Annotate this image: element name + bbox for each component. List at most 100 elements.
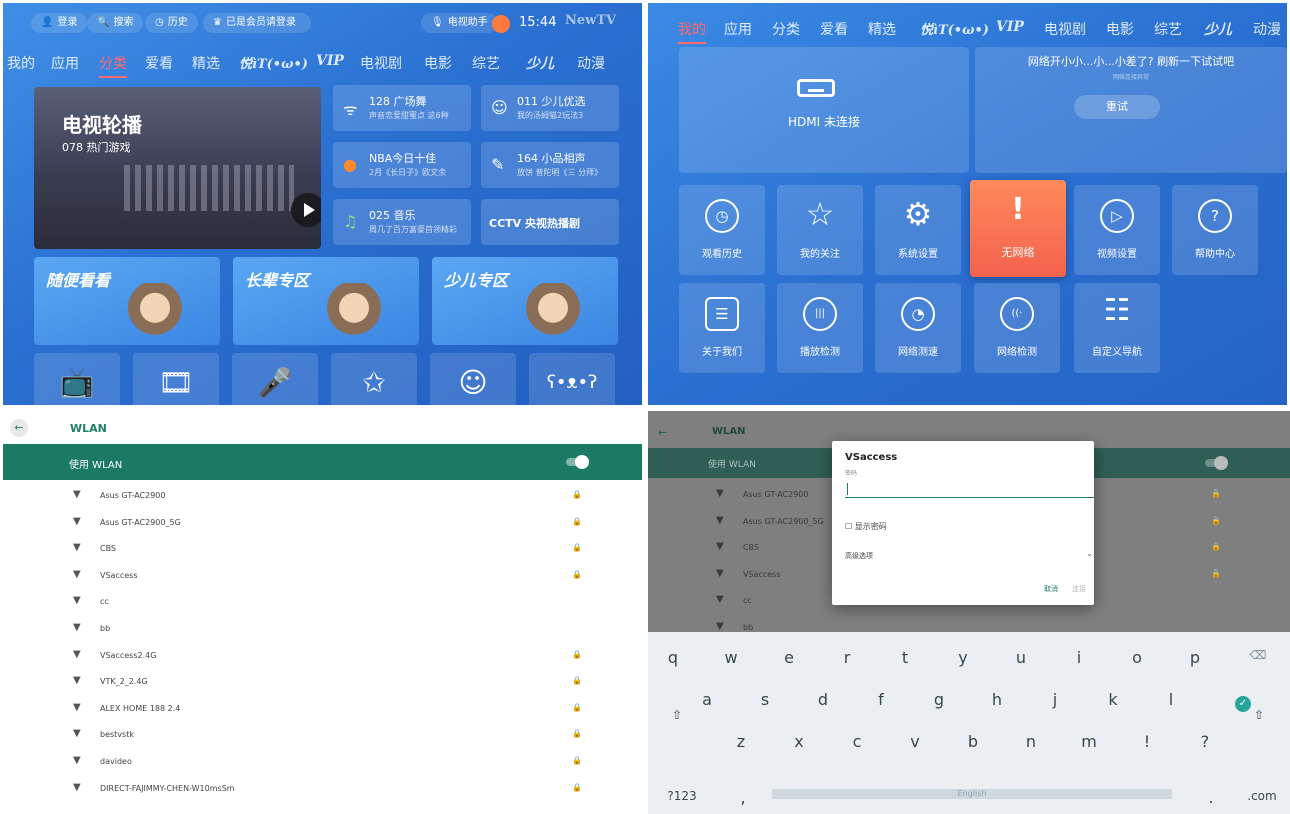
password-input[interactable] <box>845 480 1094 498</box>
nav-yuekan-logo[interactable]: 悦ìT(•ω•) <box>920 19 989 38</box>
tile-music[interactable]: ♫ 025 音乐 周几了百万富豪首领精彩 <box>333 199 471 245</box>
key-e[interactable]: e <box>774 644 804 672</box>
nav-tv-series[interactable]: 电视剧 <box>1044 19 1086 39</box>
show-password-checkbox[interactable]: ☐ 显示密码 <box>845 521 887 532</box>
zone-browse[interactable]: 随便看看 <box>34 257 220 345</box>
key-a[interactable]: a <box>692 686 722 714</box>
speed-test-button[interactable]: ◔ 网络测速 <box>875 283 961 373</box>
chevron-down-icon[interactable]: ⌄ <box>1086 549 1093 558</box>
key-f[interactable]: f <box>866 686 896 714</box>
key-question[interactable]: ? <box>1190 728 1220 756</box>
nav-mine[interactable]: 我的 <box>678 19 706 44</box>
nav-yuekan-logo[interactable]: 悦ìT(•ω•) <box>239 53 308 72</box>
key-j[interactable]: j <box>1040 686 1070 714</box>
play-icon[interactable] <box>291 193 321 227</box>
nav-favorites[interactable]: 爱看 <box>820 19 848 39</box>
key-g[interactable]: g <box>924 686 954 714</box>
network-row[interactable]: ▼ Asus GT-AC2900_5G 🔒 <box>3 510 642 536</box>
nav-variety[interactable]: 综艺 <box>1154 19 1182 39</box>
network-test-button[interactable]: ((· 网络检测 <box>974 283 1060 373</box>
tile-kids-picks[interactable]: ☺ 011 少儿优选 我的汤姆猫2玩法3 <box>481 85 619 131</box>
hdmi-panel[interactable]: HDMI 未连接 <box>679 47 969 173</box>
tv-assistant-button[interactable]: 🎙 电视助手 <box>421 13 498 33</box>
enter-key[interactable]: ✓ <box>1235 696 1251 712</box>
comma-key[interactable]: , <box>728 784 758 812</box>
nav-variety[interactable]: 综艺 <box>472 53 500 73</box>
key-exclamation[interactable]: ! <box>1132 728 1162 756</box>
key-r[interactable]: r <box>832 644 862 672</box>
shift-key[interactable]: ⇧ <box>662 701 692 729</box>
period-key[interactable]: . <box>1196 784 1226 812</box>
category-karaoke[interactable]: 🎤 <box>232 353 318 405</box>
network-row[interactable]: ▼ VSaccess 🔒 <box>3 563 642 589</box>
login-button[interactable]: 👤 登录 <box>31 13 88 33</box>
tile-square-dance[interactable]: ᯤ 128 广场舞 声音恋爱甜蜜点 这6种 <box>333 85 471 131</box>
hero-tv-carousel[interactable]: 电视轮播 078 热门游戏 <box>34 87 321 249</box>
member-login-button[interactable]: ♛ 已是会员请登录 <box>203 13 311 33</box>
key-m[interactable]: m <box>1074 728 1104 756</box>
network-row[interactable]: ▼ CBS 🔒 <box>3 536 642 562</box>
history-button[interactable]: ◷ 历史 <box>145 13 198 33</box>
key-w[interactable]: w <box>716 644 746 672</box>
nav-vip[interactable]: VIP <box>316 53 344 69</box>
back-arrow-icon[interactable]: ← <box>658 426 667 439</box>
no-network-button[interactable]: ! 无网络 <box>970 180 1066 277</box>
network-row[interactable]: ▼ VTK_2_2.4G 🔒 <box>3 669 642 695</box>
key-d[interactable]: d <box>808 686 838 714</box>
video-settings-button[interactable]: ▷ 视频设置 <box>1074 185 1160 275</box>
nav-featured[interactable]: 精选 <box>868 19 896 39</box>
key-o[interactable]: o <box>1122 644 1152 672</box>
nav-tv-series[interactable]: 电视剧 <box>360 53 402 73</box>
nav-kids[interactable]: 少儿 <box>526 53 554 73</box>
nav-favorites[interactable]: 爱看 <box>145 53 173 73</box>
key-q[interactable]: q <box>658 644 688 672</box>
key-z[interactable]: z <box>726 728 756 756</box>
nav-apps[interactable]: 应用 <box>51 53 79 73</box>
key-p[interactable]: p <box>1180 644 1210 672</box>
network-row[interactable]: ▼ DIRECT-FAJIMMY-CHEN-W10msSm 🔒 <box>3 776 642 802</box>
category-film[interactable]: 🎞 <box>133 353 219 405</box>
nav-apps[interactable]: 应用 <box>724 19 752 39</box>
wlan-toggle[interactable] <box>566 455 589 469</box>
system-settings-button[interactable]: ⚙ 系统设置 <box>875 185 961 275</box>
key-h[interactable]: h <box>982 686 1012 714</box>
key-t[interactable]: t <box>890 644 920 672</box>
key-u[interactable]: u <box>1006 644 1036 672</box>
key-y[interactable]: y <box>948 644 978 672</box>
nav-mine[interactable]: 我的 <box>7 53 35 73</box>
cancel-button[interactable]: 取消 <box>1044 584 1058 594</box>
backspace-icon[interactable]: ⌫ <box>1243 641 1273 669</box>
custom-nav-button[interactable]: ☷ 自定义导航 <box>1074 283 1160 373</box>
network-row[interactable]: ▼ VSaccess2.4G 🔒 <box>3 643 642 669</box>
nav-vip[interactable]: VIP <box>996 19 1024 35</box>
tile-comedy-sketch[interactable]: ✎ 164 小品相声 放饼 普陀明《三 分拜》 <box>481 142 619 188</box>
zone-kids[interactable]: 少儿专区 <box>432 257 618 345</box>
help-center-button[interactable]: ? 帮助中心 <box>1172 185 1258 275</box>
network-row[interactable]: ▼ cc <box>3 589 642 615</box>
category-tv[interactable]: 📺 <box>34 353 120 405</box>
key-k[interactable]: k <box>1098 686 1128 714</box>
symbols-key[interactable]: ?123 <box>662 782 702 810</box>
nav-featured[interactable]: 精选 <box>192 53 220 73</box>
key-b[interactable]: b <box>958 728 988 756</box>
category-cartoon[interactable]: ʕ•ᴥ•ʔ <box>529 353 615 405</box>
nav-movies[interactable]: 电影 <box>1106 19 1134 39</box>
key-x[interactable]: x <box>784 728 814 756</box>
network-row[interactable]: ▼ bb <box>3 616 642 642</box>
key-c[interactable]: c <box>842 728 872 756</box>
dotcom-key[interactable]: .com <box>1242 782 1282 810</box>
nav-category[interactable]: 分类 <box>772 19 800 39</box>
search-button[interactable]: 🔍 搜索 <box>87 13 144 33</box>
category-star[interactable]: ✩ <box>331 353 417 405</box>
network-row[interactable]: ▼ davideo 🔒 <box>3 749 642 775</box>
space-key[interactable]: English <box>772 789 1172 799</box>
key-i[interactable]: i <box>1064 644 1094 672</box>
tile-nba-top10[interactable]: ● NBA今日十佳 2月《长日子》欧文余 <box>333 142 471 188</box>
advanced-options[interactable]: 高级选项 <box>845 551 873 561</box>
zone-seniors[interactable]: 长辈专区 <box>233 257 419 345</box>
key-l[interactable]: l <box>1156 686 1186 714</box>
key-s[interactable]: s <box>750 686 780 714</box>
key-n[interactable]: n <box>1016 728 1046 756</box>
nav-kids[interactable]: 少儿 <box>1204 19 1232 39</box>
avatar[interactable] <box>492 15 510 33</box>
